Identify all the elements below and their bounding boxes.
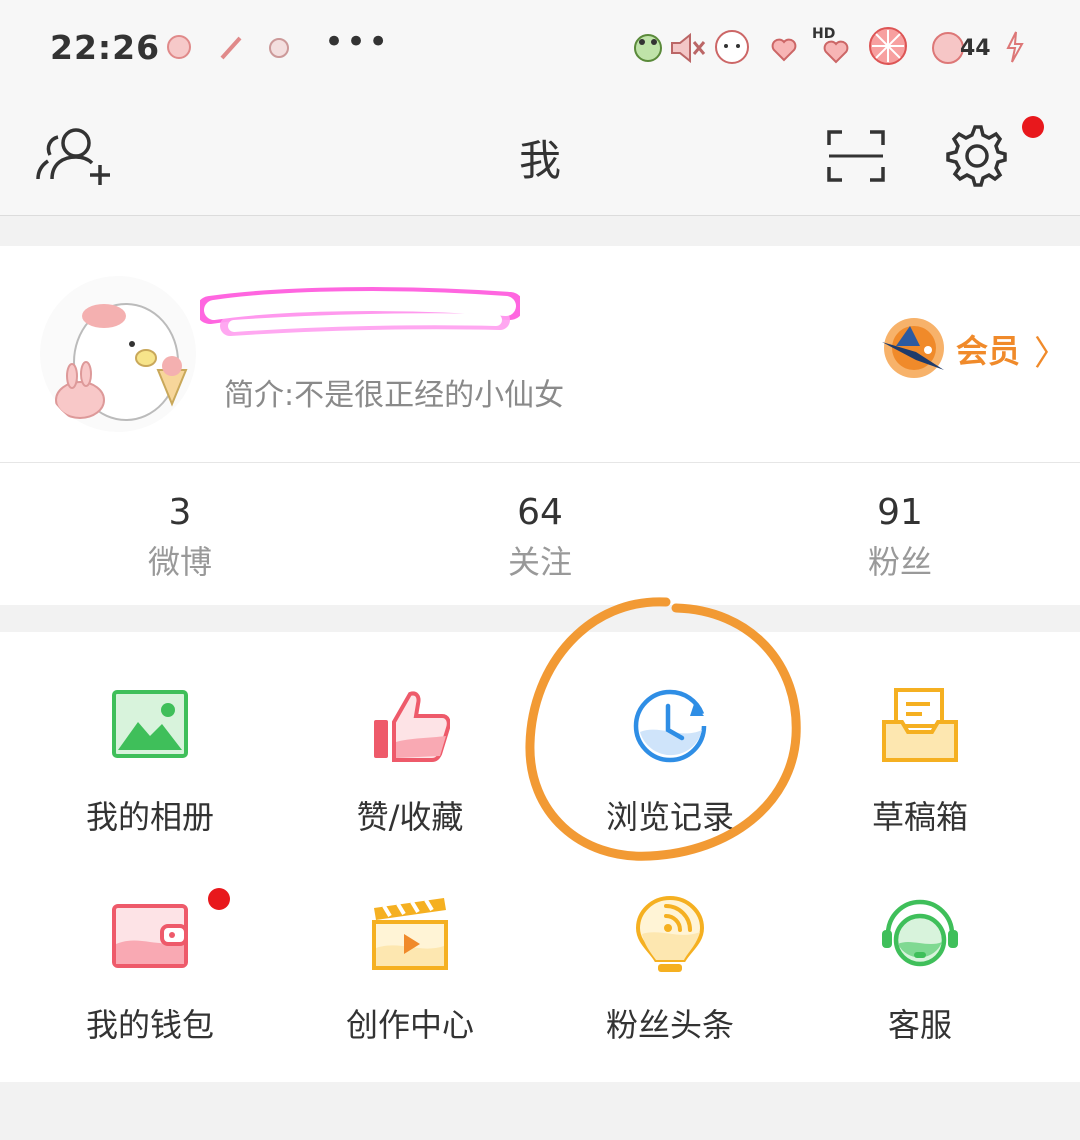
grid-item-label: 浏览记录 [605,798,734,836]
grid-item-label: 草稿箱 [871,798,968,836]
grid-item-label: 赞/收藏 [356,798,464,836]
cat-sticker-icon [715,30,749,64]
grid-item-fan-headline[interactable]: 粉丝头条 [540,840,800,1044]
profile-card[interactable]: 简介:不是很正经的小仙女 会员 〉 [0,246,1080,463]
grid-item-history[interactable]: 浏览记录 [540,632,800,836]
grid-item-label: 我的相册 [85,798,214,836]
stat-label: 粉丝 [867,543,932,581]
grid-item-label: 客服 [887,1006,952,1044]
top-nav-bar: 我 [0,95,1080,216]
charging-icon [1006,31,1024,63]
status-time: 22:26 [50,28,161,67]
username-redacted [200,287,520,336]
stat-label: 微博 [147,543,212,581]
signal-hearts-icon [823,40,849,64]
grid-item-album[interactable]: 我的相册 [20,632,280,836]
vip-label: 会员 [956,332,1021,370]
stat-count: 91 [877,492,923,533]
grid-item-label: 创作中心 [345,1006,474,1044]
customer-service-headset-icon [882,899,958,967]
stat-following[interactable]: 64 关注 [420,491,660,583]
sticker-icon [269,38,289,58]
wallet-notification-dot [208,888,230,910]
status-bar: 22:26 ••• HD 44 [0,0,1080,95]
profile-stats: 3 微博 64 关注 91 粉丝 [0,463,1080,605]
grid-item-wallet[interactable]: 我的钱包 [20,840,280,1044]
scan-icon[interactable] [826,129,886,183]
settings-notification-dot [1022,116,1044,138]
wallet-icon [112,904,188,968]
clapperboard-icon [372,898,448,970]
profile-bio: 简介:不是很正经的小仙女 [224,378,565,413]
grid-item-label: 粉丝头条 [605,1006,734,1044]
thumbs-up-icon [374,691,450,762]
stat-count: 3 [168,492,192,533]
vip-membership-button[interactable]: 会员 〉 [876,312,1068,382]
more-notifications-icon: ••• [324,22,391,62]
grid-item-likes[interactable]: 赞/收藏 [280,632,540,836]
stat-weibo[interactable]: 3 微博 [60,491,300,583]
grid-item-creator-center[interactable]: 创作中心 [280,840,540,1044]
page-title: 我 [518,136,561,185]
vip-swallow-icon [882,318,944,378]
avatar[interactable] [38,274,198,434]
mute-icon [671,32,706,64]
stat-followers[interactable]: 91 粉丝 [780,491,1020,583]
sticker-icon [220,36,242,60]
frog-sticker-icon [634,34,662,62]
grid-item-drafts[interactable]: 草稿箱 [790,632,1050,836]
stat-count: 64 [517,492,563,533]
history-clock-icon [633,689,707,763]
battery-level: 44 [960,36,991,61]
fan-headline-bulb-icon [635,895,705,972]
grid-item-customer-service[interactable]: 客服 [790,840,1050,1044]
feature-grid: 我的相册 赞/收藏 浏览记录 草稿箱 我的钱包 创作中心 粉丝头条 客服 [0,632,1080,1082]
settings-gear-icon[interactable] [946,125,1008,187]
photo-album-icon [112,690,188,758]
stat-label: 关注 [507,543,572,581]
wifi-hearts-icon [771,38,797,62]
drafts-tray-icon [882,688,958,762]
chevron-right-icon: 〉 [1034,334,1068,374]
sticker-icon [167,35,191,59]
grapefruit-sticker-icon [869,27,907,65]
grid-item-label: 我的钱包 [85,1006,214,1044]
